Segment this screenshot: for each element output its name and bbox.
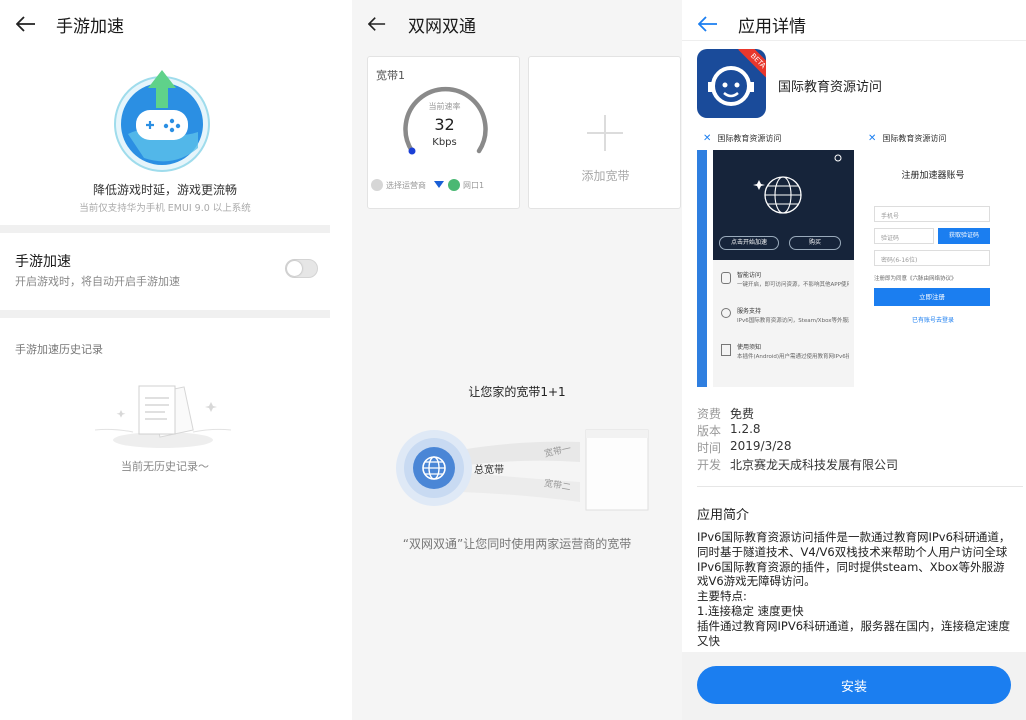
- feature-desc: 本插件(Android)用户需通过使用教育网IPv6接入，若不能使用请切换。: [737, 354, 849, 360]
- header-divider: [682, 40, 1026, 41]
- intro-paragraph: IPv6国际教育资源访问插件是一款通过教育网IPv6科研通道，同时基于隧道技术、…: [697, 530, 1011, 589]
- setting-title: 手游加速: [15, 254, 71, 270]
- speed-value: 32: [434, 115, 455, 134]
- port-icon: [448, 179, 460, 191]
- plus-icon: [587, 115, 623, 151]
- speed-unit: Kbps: [432, 137, 457, 148]
- phone-field: 手机号: [874, 206, 990, 222]
- hand-icon: [721, 272, 731, 284]
- screenshot-dark-area: 点击开始加速 购买: [713, 150, 854, 260]
- card-footer: 选择运营商 网口1: [371, 179, 484, 191]
- port-label: 网口1: [463, 180, 485, 190]
- empty-state-text: 当前无历史记录～: [121, 460, 209, 473]
- toggle-knob: [287, 261, 302, 276]
- dual-network-screen: 双网双通 宽带1 当前速率 32 Kbps 选择运营商 网口1 添加宽带 让您家…: [352, 0, 682, 720]
- feature-desc: IPv6国际教育资源访问，Steam/Xbox等外服游戏支持: [737, 318, 849, 324]
- hero-subcaption: 当前仅支持华为手机 EMUI 9.0 以上系统: [79, 203, 251, 214]
- empty-documents-icon: [94, 385, 232, 448]
- info-row-developer: 开发 北京赛龙天成科技发展有限公司: [697, 456, 898, 473]
- info-value: 免费: [730, 407, 755, 421]
- screenshot-title: 国际教育资源访问: [717, 133, 782, 143]
- info-value: 北京赛龙天成科技发展有限公司: [730, 458, 899, 472]
- history-title: 手游加速历史记录: [15, 343, 103, 356]
- back-arrow-icon[interactable]: [16, 13, 38, 35]
- dropdown-triangle-icon[interactable]: [434, 180, 444, 190]
- app-icon: BETA: [697, 49, 766, 118]
- feature-title: 服务支持: [737, 308, 762, 315]
- game-accelerate-icon: [114, 70, 210, 172]
- dual-broadband-diagram: 总宽带 宽带一 宽带二: [390, 422, 652, 514]
- info-value: 1.2.8: [730, 422, 761, 436]
- feature-title: 智能访问: [737, 272, 762, 279]
- app-detail-screen: 应用详情 BETA 国际教育资源访问 ✕ 国际教育资源访问 点击开始加速 购买 …: [682, 0, 1026, 720]
- app-screenshot-2[interactable]: ✕ 国际教育资源访问 注册加速器账号 手机号 验证码 获取验证码 密码(6-16…: [862, 128, 1004, 387]
- add-broadband-label: 添加宽带: [581, 169, 630, 183]
- top-bar: 手游加速: [0, 0, 342, 48]
- feature-desc: 一键开启，即可访问资源，不影响其他APP使用: [737, 282, 849, 288]
- page-title: 应用详情: [738, 16, 806, 37]
- notice-icon: [721, 344, 731, 356]
- intro-body: IPv6国际教育资源访问插件是一款通过教育网IPv6科研通道，同时基于隧道技术、…: [697, 530, 1015, 648]
- login-link: 已有账号去登录: [911, 317, 954, 324]
- code-field: 验证码: [874, 228, 934, 244]
- info-row-version: 版本 1.2.8: [697, 422, 761, 439]
- info-key: 资费: [697, 407, 722, 421]
- page-title: 双网双通: [408, 16, 476, 37]
- info-key: 开发: [697, 458, 722, 472]
- get-code-button: 获取验证码: [938, 228, 990, 244]
- side-strip: [697, 150, 707, 387]
- screenshot-title: 国际教育资源访问: [882, 133, 947, 143]
- broadband-card[interactable]: 宽带1 当前速率 32 Kbps 选择运营商 网口1: [367, 56, 520, 209]
- install-button[interactable]: 安装: [697, 666, 1011, 704]
- feature-title: 使用须知: [737, 344, 762, 351]
- speed-label: 当前速率: [428, 102, 461, 111]
- total-broadband-label: 总宽带: [474, 465, 504, 476]
- back-arrow-icon[interactable]: [368, 13, 390, 35]
- carrier-label[interactable]: 选择运营商: [386, 180, 426, 191]
- promo-description: “双网双通”让您同时使用两家运营商的宽带: [402, 537, 632, 551]
- hero-caption: 降低游戏时延，游戏更流畅: [92, 183, 237, 197]
- back-arrow-icon[interactable]: [698, 13, 720, 35]
- info-key: 时间: [697, 441, 722, 455]
- register-title: 注册加速器账号: [901, 171, 965, 181]
- setting-description: 开启游戏时，将自动开启手游加速: [15, 275, 180, 288]
- start-accel-button: 点击开始加速: [719, 236, 779, 250]
- section-separator: [0, 225, 330, 233]
- promo-title: 让您家的宽带1+1: [468, 385, 566, 399]
- game-accel-toggle[interactable]: [285, 259, 318, 278]
- section-separator: [0, 310, 330, 318]
- intro-paragraph: 主要特点:: [697, 589, 747, 604]
- password-field: 密码(6-16位): [874, 250, 990, 266]
- intro-paragraph: 插件通过教育网IPV6科研通道，服务器在国内，连接稳定速度又快: [697, 618, 1011, 648]
- add-broadband-card[interactable]: 添加宽带: [528, 56, 681, 209]
- app-name: 国际教育资源访问: [778, 80, 883, 95]
- info-value: 2019/3/28: [730, 439, 792, 453]
- info-divider: [697, 486, 1023, 487]
- screenshot-header: ✕ 国际教育资源访问: [697, 128, 854, 148]
- top-bar: 双网双通: [352, 0, 682, 48]
- info-key: 版本: [697, 424, 722, 438]
- app-screenshot-1[interactable]: ✕ 国际教育资源访问 点击开始加速 购买 智能访问 一键开启，即可访问资源，不影…: [697, 128, 854, 387]
- intro-title: 应用简介: [697, 508, 750, 523]
- carrier-icon: [371, 179, 383, 191]
- close-icon: ✕: [703, 132, 712, 144]
- agreement-text: 注册即为同意《六脉由网络协议》: [874, 276, 957, 282]
- close-icon: ✕: [868, 132, 877, 144]
- register-button: 立即注册: [874, 288, 990, 306]
- screenshot-header: ✕ 国际教育资源访问: [862, 128, 1004, 148]
- info-row-date: 时间 2019/3/28: [697, 439, 792, 456]
- page-title: 手游加速: [56, 16, 124, 37]
- buy-button: 购买: [789, 236, 841, 250]
- game-accel-screen: 手游加速 降低游戏时延，游戏更流畅 当前仅支持华为手机 EMUI 9.0 以上系…: [0, 0, 342, 720]
- intro-paragraph: 1.连接稳定 速度更快: [697, 603, 804, 618]
- screenshot-feature-list: 智能访问 一键开启，即可访问资源，不影响其他APP使用 服务支持 IPv6国际教…: [713, 260, 854, 387]
- heart-icon: [721, 308, 731, 318]
- diagram-lines: [396, 429, 649, 511]
- info-row-fee: 资费 免费: [697, 405, 754, 422]
